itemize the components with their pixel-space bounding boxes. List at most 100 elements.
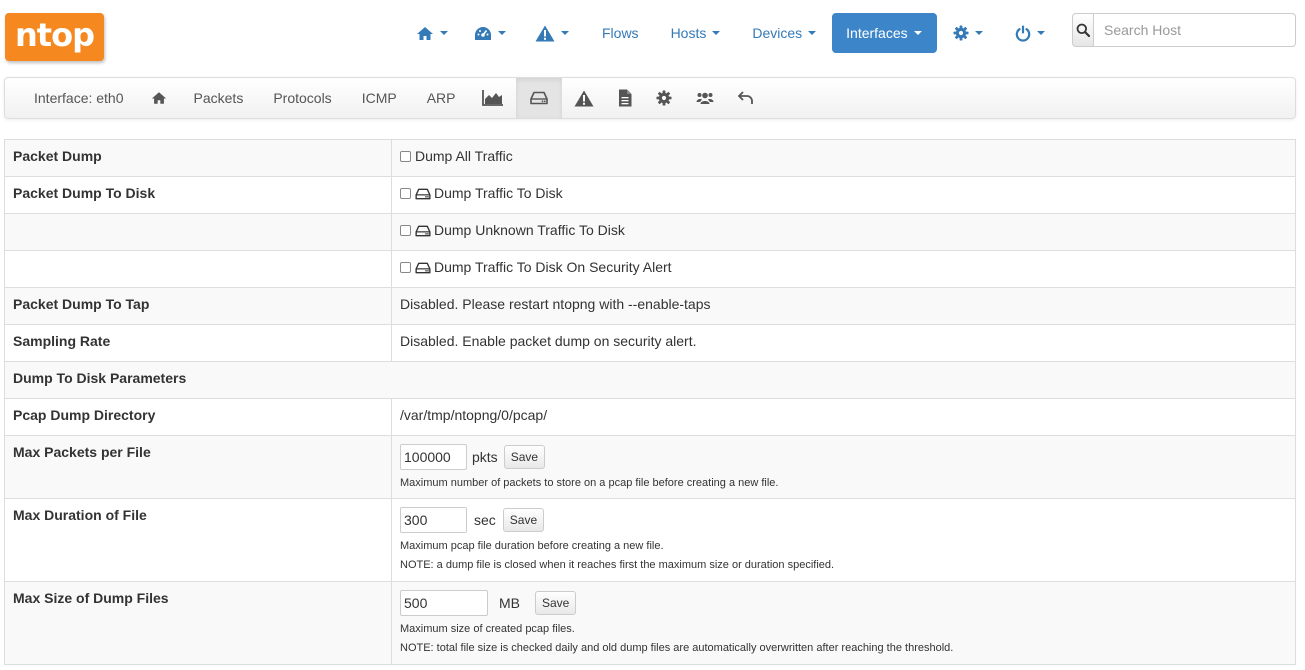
- max-duration-input[interactable]: [400, 507, 467, 533]
- nav-dashboard[interactable]: [461, 13, 519, 53]
- dump-to-disk-cell: Dump Traffic To Disk: [391, 176, 1296, 214]
- nav-flows-label: Flows: [602, 25, 639, 41]
- max-size-note2: NOTE: total file size is checked daily a…: [400, 642, 954, 654]
- dump-security-alert-cell: Dump Traffic To Disk On Security Alert: [391, 250, 1296, 288]
- table-row: Max Packets per File pkts Save Maximum n…: [4, 435, 1296, 499]
- table-row: Sampling Rate Disabled. Enable packet du…: [4, 324, 1296, 362]
- packet-dump-disk-label: Packet Dump To Disk: [4, 176, 392, 214]
- max-packets-label: Max Packets per File: [4, 435, 392, 499]
- area-chart-icon: [482, 90, 504, 106]
- subnav-settings[interactable]: [644, 78, 684, 118]
- max-packets-save-button[interactable]: Save: [503, 445, 546, 469]
- max-size-unit: MB: [499, 595, 520, 611]
- top-navbar: Flows Hosts Devices Interfaces: [400, 13, 1059, 53]
- nav-devices[interactable]: Devices: [736, 13, 832, 53]
- pcap-dir-value: /var/tmp/ntopng/0/pcap/: [391, 398, 1296, 436]
- subnav-reports[interactable]: [606, 78, 644, 118]
- hdd-icon: [415, 225, 431, 237]
- max-size-save-button[interactable]: Save: [535, 591, 577, 615]
- subnav-arp-label: ARP: [426, 90, 456, 106]
- table-row: Dump Unknown Traffic To Disk: [4, 213, 1296, 251]
- subnav-alerts[interactable]: [562, 78, 606, 118]
- subnav-interface-name[interactable]: Interface: eth0: [19, 78, 139, 118]
- gear-icon: [656, 90, 672, 106]
- search-host-input[interactable]: [1094, 13, 1296, 47]
- table-row: Pcap Dump Directory /var/tmp/ntopng/0/pc…: [4, 398, 1296, 436]
- subnav-icmp-label: ICMP: [361, 90, 397, 106]
- max-packets-input[interactable]: [400, 444, 467, 470]
- nav-settings[interactable]: [937, 13, 997, 53]
- warning-icon: [574, 90, 594, 107]
- warning-icon: [535, 25, 555, 42]
- max-packets-note: Maximum number of packets to store on a …: [400, 477, 779, 489]
- chevron-down-icon: [1037, 31, 1046, 35]
- nav-interfaces[interactable]: Interfaces: [832, 13, 938, 53]
- nav-flows[interactable]: Flows: [582, 13, 655, 53]
- subnav-protocols[interactable]: Protocols: [258, 78, 346, 118]
- ntop-logo[interactable]: ntop: [5, 13, 104, 61]
- max-duration-unit: sec: [474, 512, 496, 528]
- interface-name-label: Interface: eth0: [34, 90, 124, 106]
- subnav-packets-label: Packets: [193, 90, 244, 106]
- chevron-down-icon: [808, 31, 817, 35]
- subnav-arp[interactable]: ARP: [412, 78, 471, 118]
- packet-dump-tap-label: Packet Dump To Tap: [4, 287, 392, 325]
- empty-label-cell: [4, 250, 392, 288]
- max-duration-note: Maximum pcap file duration before creati…: [400, 540, 664, 552]
- dump-params-header: Dump To Disk Parameters: [4, 361, 1296, 399]
- max-size-note: Maximum size of created pcap files.: [400, 623, 575, 635]
- undo-icon: [738, 91, 754, 105]
- max-duration-form: sec Save: [400, 507, 1287, 533]
- interface-subnav: Interface: eth0 Packets Protocols ICMP A…: [4, 77, 1296, 119]
- dump-unknown-to-disk-checkbox[interactable]: [400, 225, 411, 236]
- nav-alerts[interactable]: [519, 13, 582, 53]
- subnav-back[interactable]: [726, 78, 766, 118]
- subnav-protocols-label: Protocols: [273, 90, 332, 106]
- dump-on-security-alert-checkbox[interactable]: [400, 262, 411, 273]
- subnav-packets[interactable]: Packets: [179, 78, 259, 118]
- subnav-icmp[interactable]: ICMP: [347, 78, 412, 118]
- packet-dump-label: Packet Dump: [4, 139, 392, 177]
- subnav-home[interactable]: [139, 78, 179, 118]
- subnav-packet-dump[interactable]: [516, 78, 563, 118]
- packet-dump-cell: Dump All Traffic: [391, 139, 1296, 177]
- hdd-icon: [415, 188, 431, 200]
- power-icon: [1015, 25, 1031, 42]
- dashboard-icon: [474, 26, 492, 41]
- sampling-rate-label: Sampling Rate: [4, 324, 392, 362]
- table-row: Packet Dump Dump All Traffic: [4, 139, 1296, 177]
- nav-hosts[interactable]: Hosts: [655, 13, 737, 53]
- empty-label-cell: [4, 213, 392, 251]
- dump-unknown-cell: Dump Unknown Traffic To Disk: [391, 213, 1296, 251]
- dump-on-security-alert-label: Dump Traffic To Disk On Security Alert: [434, 259, 672, 275]
- logo-text: ntop: [15, 16, 95, 54]
- users-icon: [696, 91, 714, 105]
- packet-dump-settings-table: Packet Dump Dump All Traffic Packet Dump…: [4, 139, 1296, 665]
- search-host-group: [1072, 13, 1296, 47]
- nav-interfaces-label: Interfaces: [846, 25, 908, 41]
- dump-all-traffic-label: Dump All Traffic: [415, 148, 513, 164]
- max-size-input[interactable]: [400, 590, 488, 616]
- search-icon: [1076, 23, 1090, 37]
- max-size-form: MB Save: [400, 590, 1287, 616]
- nav-power[interactable]: [997, 13, 1059, 53]
- max-duration-cell: sec Save Maximum pcap file duration befo…: [391, 498, 1296, 582]
- table-row: Dump To Disk Parameters: [4, 361, 1296, 399]
- max-size-label: Max Size of Dump Files: [4, 581, 392, 665]
- subnav-pools[interactable]: [684, 78, 726, 118]
- subnav-historical[interactable]: [470, 78, 516, 118]
- max-duration-label: Max Duration of File: [4, 498, 392, 582]
- pcap-dir-label: Pcap Dump Directory: [4, 398, 392, 436]
- dump-traffic-to-disk-checkbox[interactable]: [400, 188, 411, 199]
- max-packets-cell: pkts Save Maximum number of packets to s…: [391, 435, 1296, 499]
- chevron-down-icon: [561, 31, 569, 35]
- gear-icon: [953, 25, 969, 41]
- table-row: Max Size of Dump Files MB Save Maximum s…: [4, 581, 1296, 665]
- max-duration-save-button[interactable]: Save: [502, 508, 545, 532]
- dump-traffic-to-disk-label: Dump Traffic To Disk: [434, 185, 563, 201]
- nav-home[interactable]: [400, 13, 461, 53]
- dump-all-traffic-checkbox[interactable]: [400, 151, 411, 162]
- home-icon: [416, 26, 434, 41]
- file-icon: [618, 89, 632, 107]
- search-button[interactable]: [1072, 13, 1094, 47]
